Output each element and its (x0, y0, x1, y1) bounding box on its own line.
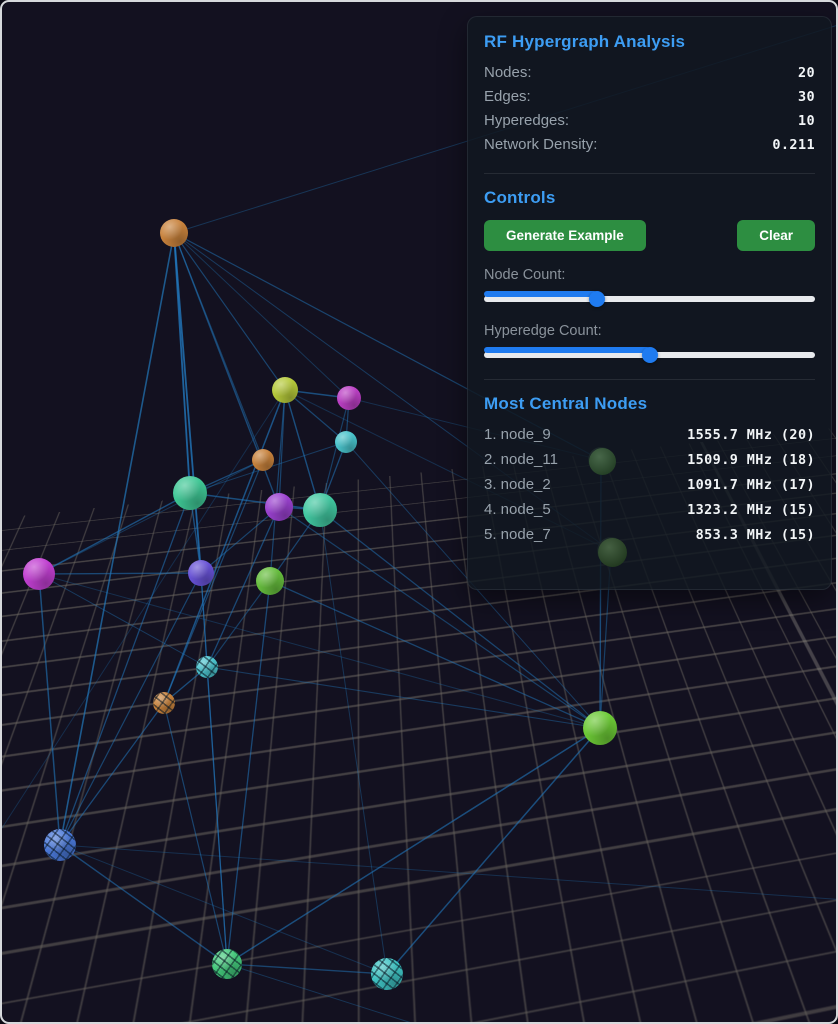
divider (484, 379, 815, 380)
graph-node[interactable] (371, 958, 403, 990)
edges-count: 30 (798, 89, 815, 105)
central-node-row: 3. node_2 1091.7 MHz (17) (484, 476, 815, 501)
graph-node[interactable] (252, 449, 274, 471)
graph-node[interactable] (188, 560, 214, 586)
graph-node[interactable] (256, 567, 284, 595)
graph-node[interactable] (272, 377, 298, 403)
graph-node[interactable] (337, 386, 361, 410)
controls-section: Controls Generate Example Clear Node Cou… (484, 188, 815, 363)
central-node-row: 2. node_11 1509.9 MHz (18) (484, 451, 815, 476)
graph-node[interactable] (173, 476, 207, 510)
graph-node[interactable] (44, 829, 76, 861)
hyperedge-count-label: Hyperedge Count: (484, 323, 815, 339)
node-count-label: Node Count: (484, 267, 815, 283)
graph-node[interactable] (23, 558, 55, 590)
graph-node[interactable] (153, 692, 175, 714)
central-nodes-heading: Most Central Nodes (484, 394, 815, 414)
node-count-slider[interactable] (484, 291, 815, 307)
graph-node[interactable] (160, 219, 188, 247)
stat-row-nodes: Nodes: 20 (484, 64, 815, 88)
slider-fill (484, 347, 650, 353)
graph-node[interactable] (583, 711, 617, 745)
panel-title: RF Hypergraph Analysis (484, 32, 815, 52)
app-window: RF Hypergraph Analysis Nodes: 20 Edges: … (0, 0, 838, 1024)
density-value: 0.211 (772, 137, 815, 153)
graph-node[interactable] (265, 493, 293, 521)
central-node-row: 4. node_5 1323.2 MHz (15) (484, 501, 815, 526)
hyperedges-count: 10 (798, 113, 815, 129)
stat-row-density: Network Density: 0.211 (484, 136, 815, 160)
analysis-panel: RF Hypergraph Analysis Nodes: 20 Edges: … (467, 16, 832, 590)
hyperedge-count-slider[interactable] (484, 347, 815, 363)
graph-node[interactable] (196, 656, 218, 678)
nodes-count: 20 (798, 65, 815, 81)
clear-button[interactable]: Clear (737, 220, 815, 251)
controls-heading: Controls (484, 188, 815, 208)
divider (484, 173, 815, 174)
central-node-row: 5. node_7 853.3 MHz (15) (484, 526, 815, 551)
slider-fill (484, 291, 597, 297)
graph-node[interactable] (335, 431, 357, 453)
stats-section: RF Hypergraph Analysis Nodes: 20 Edges: … (484, 32, 815, 160)
slider-thumb[interactable] (589, 291, 605, 307)
stat-row-hyperedges: Hyperedges: 10 (484, 112, 815, 136)
graph-node[interactable] (212, 949, 242, 979)
generate-example-button[interactable]: Generate Example (484, 220, 646, 251)
central-nodes-section: Most Central Nodes 1. node_9 1555.7 MHz … (484, 394, 815, 551)
slider-thumb[interactable] (642, 347, 658, 363)
graph-node[interactable] (303, 493, 337, 527)
stat-row-edges: Edges: 30 (484, 88, 815, 112)
central-node-row: 1. node_9 1555.7 MHz (20) (484, 426, 815, 451)
